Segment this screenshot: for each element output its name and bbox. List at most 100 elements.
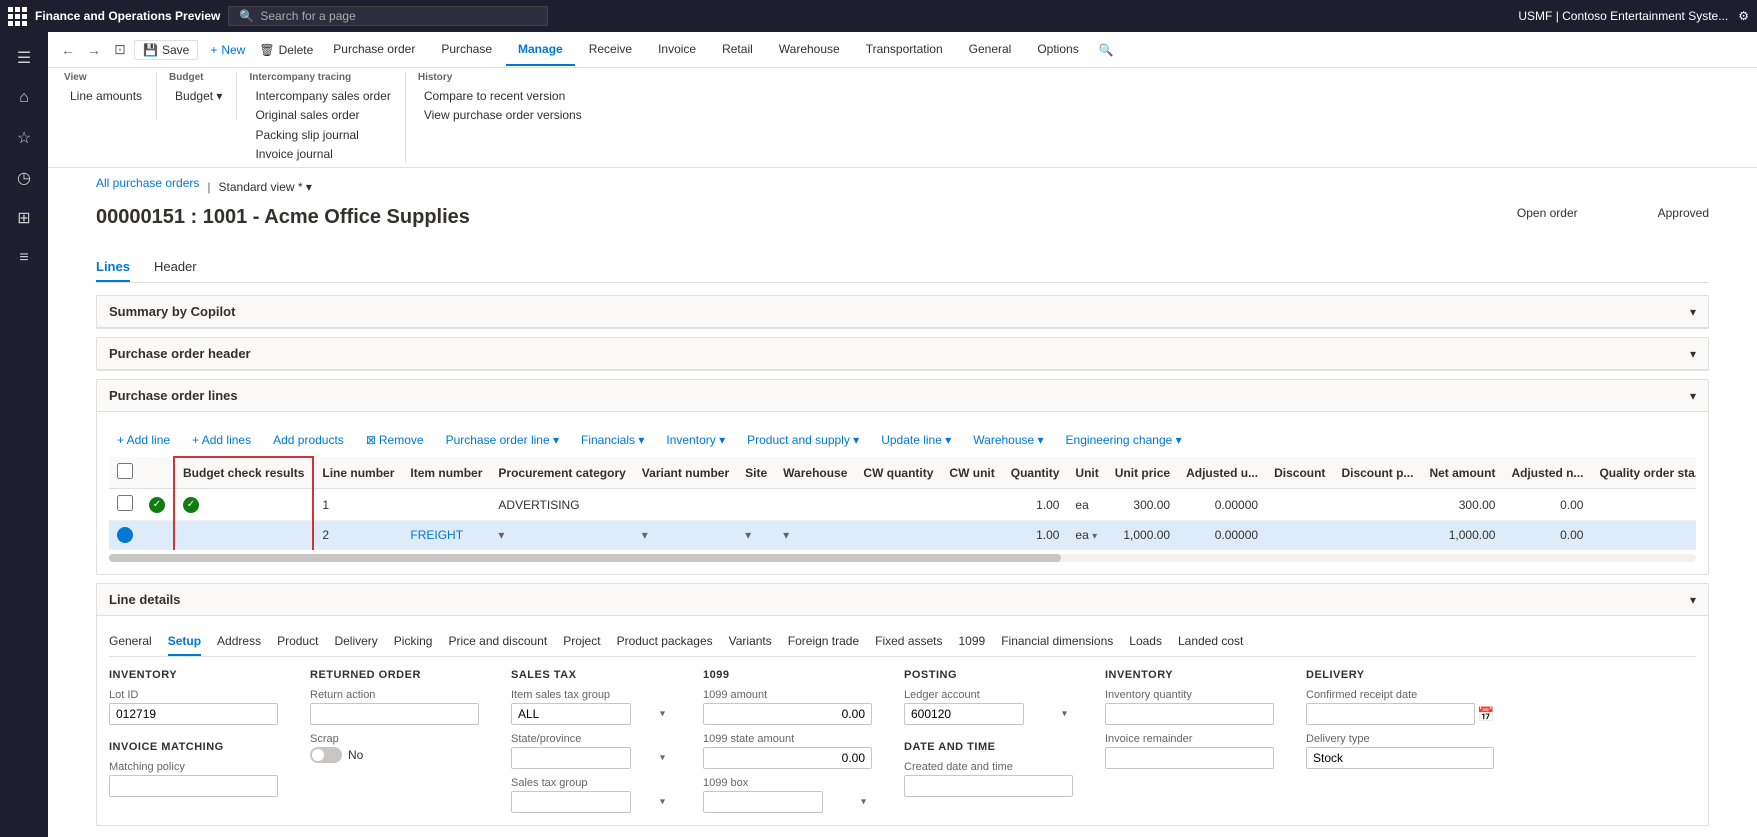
product-supply-dropdown[interactable]: Product and supply ▾	[739, 430, 867, 450]
tab-options[interactable]: Options	[1025, 34, 1090, 66]
sidebar-item-list[interactable]: ≡	[6, 240, 42, 276]
row2-line-number: 2	[313, 521, 402, 550]
matching-policy-input[interactable]	[109, 775, 278, 797]
add-lines-button[interactable]: + Add lines	[184, 430, 259, 450]
line-details-tab-delivery[interactable]: Delivery	[334, 628, 377, 656]
intercompany-sales-order-button[interactable]: Intercompany sales order	[249, 87, 396, 105]
po-lines-section-header[interactable]: Purchase order lines ▾	[97, 380, 1708, 412]
line-details-tab-financial-dimensions[interactable]: Financial dimensions	[1001, 628, 1113, 656]
delete-button[interactable]: 🗑 Delete	[253, 41, 319, 59]
line-details-tab-fixed-assets[interactable]: Fixed assets	[875, 628, 942, 656]
settings-icon[interactable]: ⚙	[1738, 9, 1749, 23]
item-sales-tax-group-select[interactable]: ALL	[511, 703, 631, 725]
header-collapse-icon: ▾	[1690, 347, 1696, 361]
app-grid-icon[interactable]	[8, 7, 27, 26]
original-sales-order-button[interactable]: Original sales order	[249, 106, 396, 124]
tab-receive[interactable]: Receive	[577, 34, 644, 66]
table-row[interactable]: 2 FREIGHT ▾ ▾ ▾	[109, 521, 1696, 550]
row1-checkbox[interactable]	[117, 495, 133, 511]
search-ribbon-button[interactable]: 🔍	[1093, 41, 1120, 59]
tab-purchase[interactable]: Purchase	[429, 34, 504, 66]
po-header-section-header[interactable]: Purchase order header ▾	[97, 338, 1708, 370]
inventory-dropdown[interactable]: Inventory ▾	[658, 430, 733, 450]
line-amounts-button[interactable]: Line amounts	[64, 87, 148, 105]
line-details-tab-price-discount[interactable]: Price and discount	[448, 628, 547, 656]
compare-recent-button[interactable]: Compare to recent version	[418, 87, 588, 105]
ledger-account-select[interactable]: 600120	[904, 703, 1024, 725]
update-line-dropdown[interactable]: Update line ▾	[873, 430, 959, 450]
breadcrumb-link[interactable]: All purchase orders	[96, 176, 199, 190]
tab-invoice[interactable]: Invoice	[646, 34, 708, 66]
1099-box-select[interactable]	[703, 791, 823, 813]
budget-dropdown-button[interactable]: Budget ▾	[169, 87, 228, 105]
doc-tab-lines[interactable]: Lines	[96, 253, 130, 282]
financials-dropdown[interactable]: Financials ▾	[573, 430, 652, 450]
row2-item-number[interactable]: FREIGHT	[402, 521, 490, 550]
line-details-tab-project[interactable]: Project	[563, 628, 600, 656]
1099-amount-input[interactable]	[703, 703, 872, 725]
line-details-tab-address[interactable]: Address	[217, 628, 261, 656]
tab-purchase-order[interactable]: Purchase order	[321, 34, 427, 66]
inventory-quantity-input[interactable]	[1105, 703, 1274, 725]
packing-slip-journal-button[interactable]: Packing slip journal	[249, 126, 364, 144]
calendar-icon[interactable]: 📅	[1477, 706, 1494, 723]
line-details-tab-product-packages[interactable]: Product packages	[617, 628, 713, 656]
confirmed-receipt-input[interactable]	[1306, 703, 1475, 725]
line-details-tab-general[interactable]: General	[109, 628, 152, 656]
line-details-tab-product[interactable]: Product	[277, 628, 318, 656]
tab-manage[interactable]: Manage	[506, 34, 575, 66]
doc-tab-header[interactable]: Header	[154, 253, 197, 282]
tab-retail[interactable]: Retail	[710, 34, 765, 66]
invoice-remainder-input[interactable]	[1105, 747, 1274, 769]
line-details-tab-variants[interactable]: Variants	[729, 628, 772, 656]
save-button[interactable]: 💾 Save	[134, 40, 198, 60]
tab-warehouse[interactable]: Warehouse	[767, 34, 852, 66]
purchase-order-line-dropdown[interactable]: Purchase order line ▾	[438, 430, 567, 450]
view-po-versions-button[interactable]: View purchase order versions	[418, 106, 588, 124]
search-box[interactable]: 🔍 Search for a page	[228, 6, 548, 26]
tab-transportation[interactable]: Transportation	[854, 34, 955, 66]
po-lines-section: Purchase order lines ▾ + Add line + Add …	[96, 379, 1709, 575]
summary-section-header[interactable]: Summary by Copilot ▾	[97, 296, 1708, 328]
engineering-change-dropdown[interactable]: Engineering change ▾	[1058, 430, 1190, 450]
sidebar-item-favorites[interactable]: ☆	[6, 120, 42, 156]
nav-home-button[interactable]: ⊡	[108, 38, 132, 62]
tab-general[interactable]: General	[957, 34, 1024, 66]
line-details-tab-1099[interactable]: 1099	[959, 628, 986, 656]
sidebar-item-modules[interactable]: ⊞	[6, 200, 42, 236]
line-details-tab-picking[interactable]: Picking	[394, 628, 433, 656]
row1-discount-p	[1333, 489, 1421, 521]
col-header-sel	[109, 457, 141, 489]
created-date-input[interactable]	[904, 775, 1073, 797]
remove-button[interactable]: ⊠ Remove	[358, 430, 432, 450]
state-province-select[interactable]	[511, 747, 631, 769]
line-details-tab-setup[interactable]: Setup	[168, 628, 201, 656]
sidebar-item-recent[interactable]: ◷	[6, 160, 42, 196]
return-action-input[interactable]	[310, 703, 479, 725]
scrap-toggle[interactable]	[310, 747, 342, 763]
sidebar-item-menu[interactable]: ☰	[6, 40, 42, 76]
line-details-tab-foreign-trade[interactable]: Foreign trade	[788, 628, 859, 656]
add-line-button[interactable]: + Add line	[109, 430, 178, 450]
nav-back-button[interactable]: ←	[56, 38, 80, 62]
lot-id-input[interactable]	[109, 703, 278, 725]
1099-state-amount-input[interactable]	[703, 747, 872, 769]
select-all-checkbox[interactable]	[117, 463, 133, 479]
line-details-section: Line details ▾ General Setup Address Pro…	[96, 583, 1709, 826]
sidebar-item-home[interactable]: ⌂	[6, 80, 42, 116]
table-scrollbar[interactable]	[109, 554, 1696, 562]
line-details-tab-loads[interactable]: Loads	[1129, 628, 1162, 656]
line-details-section-header[interactable]: Line details ▾	[97, 584, 1708, 616]
add-products-button[interactable]: Add products	[265, 430, 352, 450]
row2-select-indicator	[117, 527, 133, 543]
new-button[interactable]: + New	[204, 41, 251, 59]
warehouse-dropdown[interactable]: Warehouse ▾	[965, 430, 1051, 450]
lot-id-field: Lot ID	[109, 689, 278, 725]
invoice-journal-button[interactable]: Invoice journal	[249, 145, 364, 163]
delivery-type-input[interactable]	[1306, 747, 1494, 769]
sales-tax-group-select[interactable]	[511, 791, 631, 813]
table-row[interactable]: ✓ ✓ 1 ADVERTISING	[109, 489, 1696, 521]
nav-forward-button[interactable]: →	[82, 38, 106, 62]
line-details-tab-landed-cost[interactable]: Landed cost	[1178, 628, 1243, 656]
view-selector[interactable]: Standard view * ▾	[219, 180, 312, 194]
